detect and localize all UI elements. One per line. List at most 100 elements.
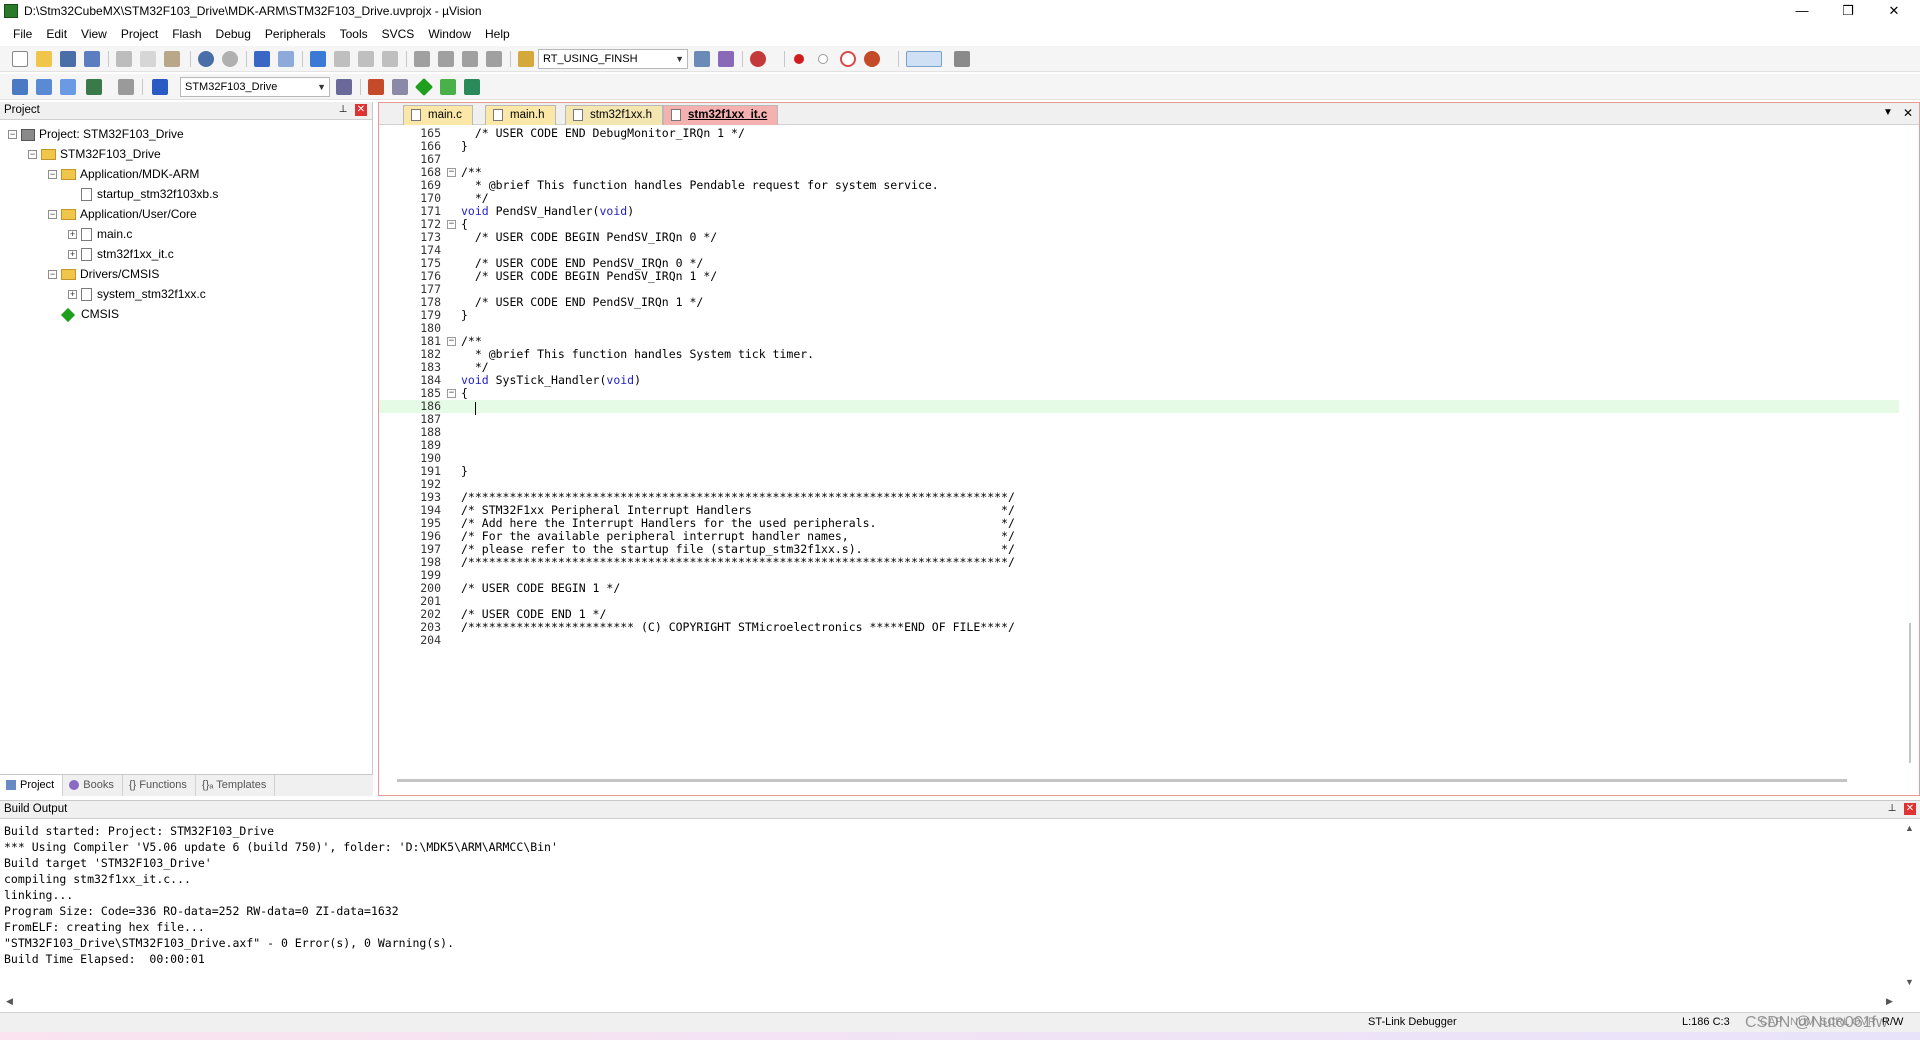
download-icon[interactable] <box>152 79 168 95</box>
menu-window[interactable]: Window <box>421 24 478 44</box>
tab-main-c[interactable]: main.c <box>403 105 473 125</box>
menu-project[interactable]: Project <box>114 24 165 44</box>
target-combo[interactable]: STM32F103_Drive ▼ <box>180 77 330 97</box>
redo-icon[interactable] <box>222 51 238 67</box>
menu-peripherals[interactable]: Peripherals <box>258 24 333 44</box>
expand-icon[interactable]: + <box>68 290 77 300</box>
tree-item[interactable]: − Application/MDK-ARM <box>48 164 199 184</box>
tree-item[interactable]: − Drivers/CMSIS <box>48 264 159 284</box>
paste-icon[interactable] <box>164 51 180 67</box>
undo-icon[interactable] <box>198 51 214 67</box>
collapse-icon[interactable]: − <box>28 150 37 160</box>
tab-books[interactable]: Books <box>63 775 123 796</box>
expand-icon[interactable]: + <box>68 230 77 240</box>
disable-all-breakpoints-icon[interactable] <box>840 51 856 67</box>
bookmark-icon[interactable] <box>310 51 326 67</box>
stop-build-icon[interactable] <box>118 79 134 95</box>
cut-icon[interactable] <box>116 51 132 67</box>
menu-tools[interactable]: Tools <box>333 24 375 44</box>
scroll-down-icon[interactable]: ▼ <box>1905 977 1914 987</box>
translate-icon[interactable] <box>12 79 28 95</box>
close-tab-button[interactable]: ✕ <box>1903 106 1913 120</box>
close-button[interactable]: ✕ <box>1872 2 1916 20</box>
prev-bookmark-icon[interactable] <box>334 51 350 67</box>
rebuild-icon[interactable] <box>60 79 76 95</box>
tree-item[interactable]: − Application/User/Core <box>48 204 197 224</box>
tab-list-dropdown[interactable]: ▼ <box>1883 107 1893 118</box>
fold-toggle-icon[interactable]: − <box>447 337 456 346</box>
scroll-left-icon[interactable]: ◀ <box>6 996 13 1007</box>
clear-bookmarks-icon[interactable] <box>382 51 398 67</box>
vertical-scrollbar[interactable] <box>1909 623 1911 763</box>
breakpoint-icon[interactable] <box>794 54 804 64</box>
target-options-icon[interactable] <box>336 79 352 95</box>
save-all-icon[interactable] <box>84 51 100 67</box>
find-combo[interactable]: RT_USING_FINSH ▼ <box>538 49 688 69</box>
horizontal-scrollbar[interactable] <box>397 779 1847 782</box>
scroll-up-icon[interactable]: ▲ <box>1905 823 1914 833</box>
tree-item[interactable]: − Project: STM32F103_Drive <box>8 124 184 144</box>
unindent-icon[interactable] <box>438 51 454 67</box>
comment-icon[interactable] <box>462 51 478 67</box>
pack-installer-icon[interactable] <box>440 79 456 95</box>
navigate-back-icon[interactable] <box>254 51 270 67</box>
tree-item[interactable]: − STM32F103_Drive <box>28 144 161 164</box>
save-icon[interactable] <box>60 51 76 67</box>
tree-item[interactable]: + stm32f1xx_it.c <box>68 244 174 264</box>
kill-all-breakpoints-icon[interactable] <box>864 51 880 67</box>
pin-icon[interactable]: ⊥ <box>337 104 349 116</box>
build-horizontal-scrollbar[interactable]: ◀ ▶ <box>0 993 1900 1011</box>
new-file-icon[interactable] <box>12 51 28 67</box>
manage-project-icon[interactable] <box>368 79 384 95</box>
tab-project[interactable]: Project <box>0 775 64 796</box>
maximize-button[interactable]: ❒ <box>1826 2 1870 20</box>
configure-icon[interactable] <box>954 51 970 67</box>
menu-edit[interactable]: Edit <box>39 24 74 44</box>
menu-file[interactable]: File <box>6 24 39 44</box>
fold-toggle-icon[interactable]: − <box>447 220 456 229</box>
uncomment-icon[interactable] <box>486 51 502 67</box>
tree-item[interactable]: + main.c <box>68 224 132 244</box>
tab-functions[interactable]: {} Functions <box>123 775 196 796</box>
start-debug-icon[interactable] <box>750 51 766 67</box>
scroll-right-icon[interactable]: ▶ <box>1886 996 1893 1007</box>
tree-item[interactable]: CMSIS <box>48 304 119 324</box>
close-panel-button[interactable]: ✕ <box>1904 803 1916 815</box>
select-packs-icon[interactable] <box>464 79 480 95</box>
run-time-environment-icon[interactable] <box>414 77 434 97</box>
tree-item[interactable]: + system_stm32f1xx.c <box>68 284 206 304</box>
menu-svcs[interactable]: SVCS <box>375 24 422 44</box>
build-icon[interactable] <box>36 79 52 95</box>
close-panel-button[interactable]: ✕ <box>355 104 367 116</box>
file-extensions-icon[interactable] <box>392 79 408 95</box>
tab-main-h[interactable]: main.h <box>485 105 556 125</box>
menu-debug[interactable]: Debug <box>209 24 258 44</box>
menu-flash[interactable]: Flash <box>165 24 208 44</box>
collapse-icon[interactable]: − <box>48 270 57 280</box>
incremental-find-icon[interactable] <box>718 51 734 67</box>
pin-icon[interactable]: ⊥ <box>1886 803 1898 815</box>
indent-icon[interactable] <box>414 51 430 67</box>
collapse-icon[interactable]: − <box>48 170 57 180</box>
code-area[interactable]: 165 /* USER CODE END DebugMonitor_IRQn 1… <box>379 125 1919 773</box>
window-layout-icon[interactable] <box>906 51 942 67</box>
menu-view[interactable]: View <box>74 24 114 44</box>
find-icon[interactable] <box>694 51 710 67</box>
open-file-icon[interactable] <box>36 51 52 67</box>
fold-toggle-icon[interactable]: − <box>447 168 456 177</box>
collapse-icon[interactable]: − <box>8 130 17 140</box>
batch-build-icon[interactable] <box>86 79 102 95</box>
find-in-files-icon[interactable] <box>518 51 534 67</box>
collapse-icon[interactable]: − <box>48 210 57 220</box>
disable-breakpoint-icon[interactable] <box>818 54 828 64</box>
navigate-forward-icon[interactable] <box>278 51 294 67</box>
tree-item[interactable]: startup_stm32f103xb.s <box>68 184 218 204</box>
tab-templates[interactable]: {}ₐ Templates <box>196 775 276 796</box>
copy-icon[interactable] <box>140 51 156 67</box>
fold-toggle-icon[interactable]: − <box>447 389 456 398</box>
build-vertical-scrollbar[interactable]: ▲ ▼ <box>1902 821 1916 991</box>
tab-stm32f1xx-h[interactable]: stm32f1xx.h <box>565 105 663 125</box>
tab-stm32f1xx-it-c[interactable]: stm32f1xx_it.c <box>663 105 779 125</box>
expand-icon[interactable]: + <box>68 250 77 260</box>
next-bookmark-icon[interactable] <box>358 51 374 67</box>
